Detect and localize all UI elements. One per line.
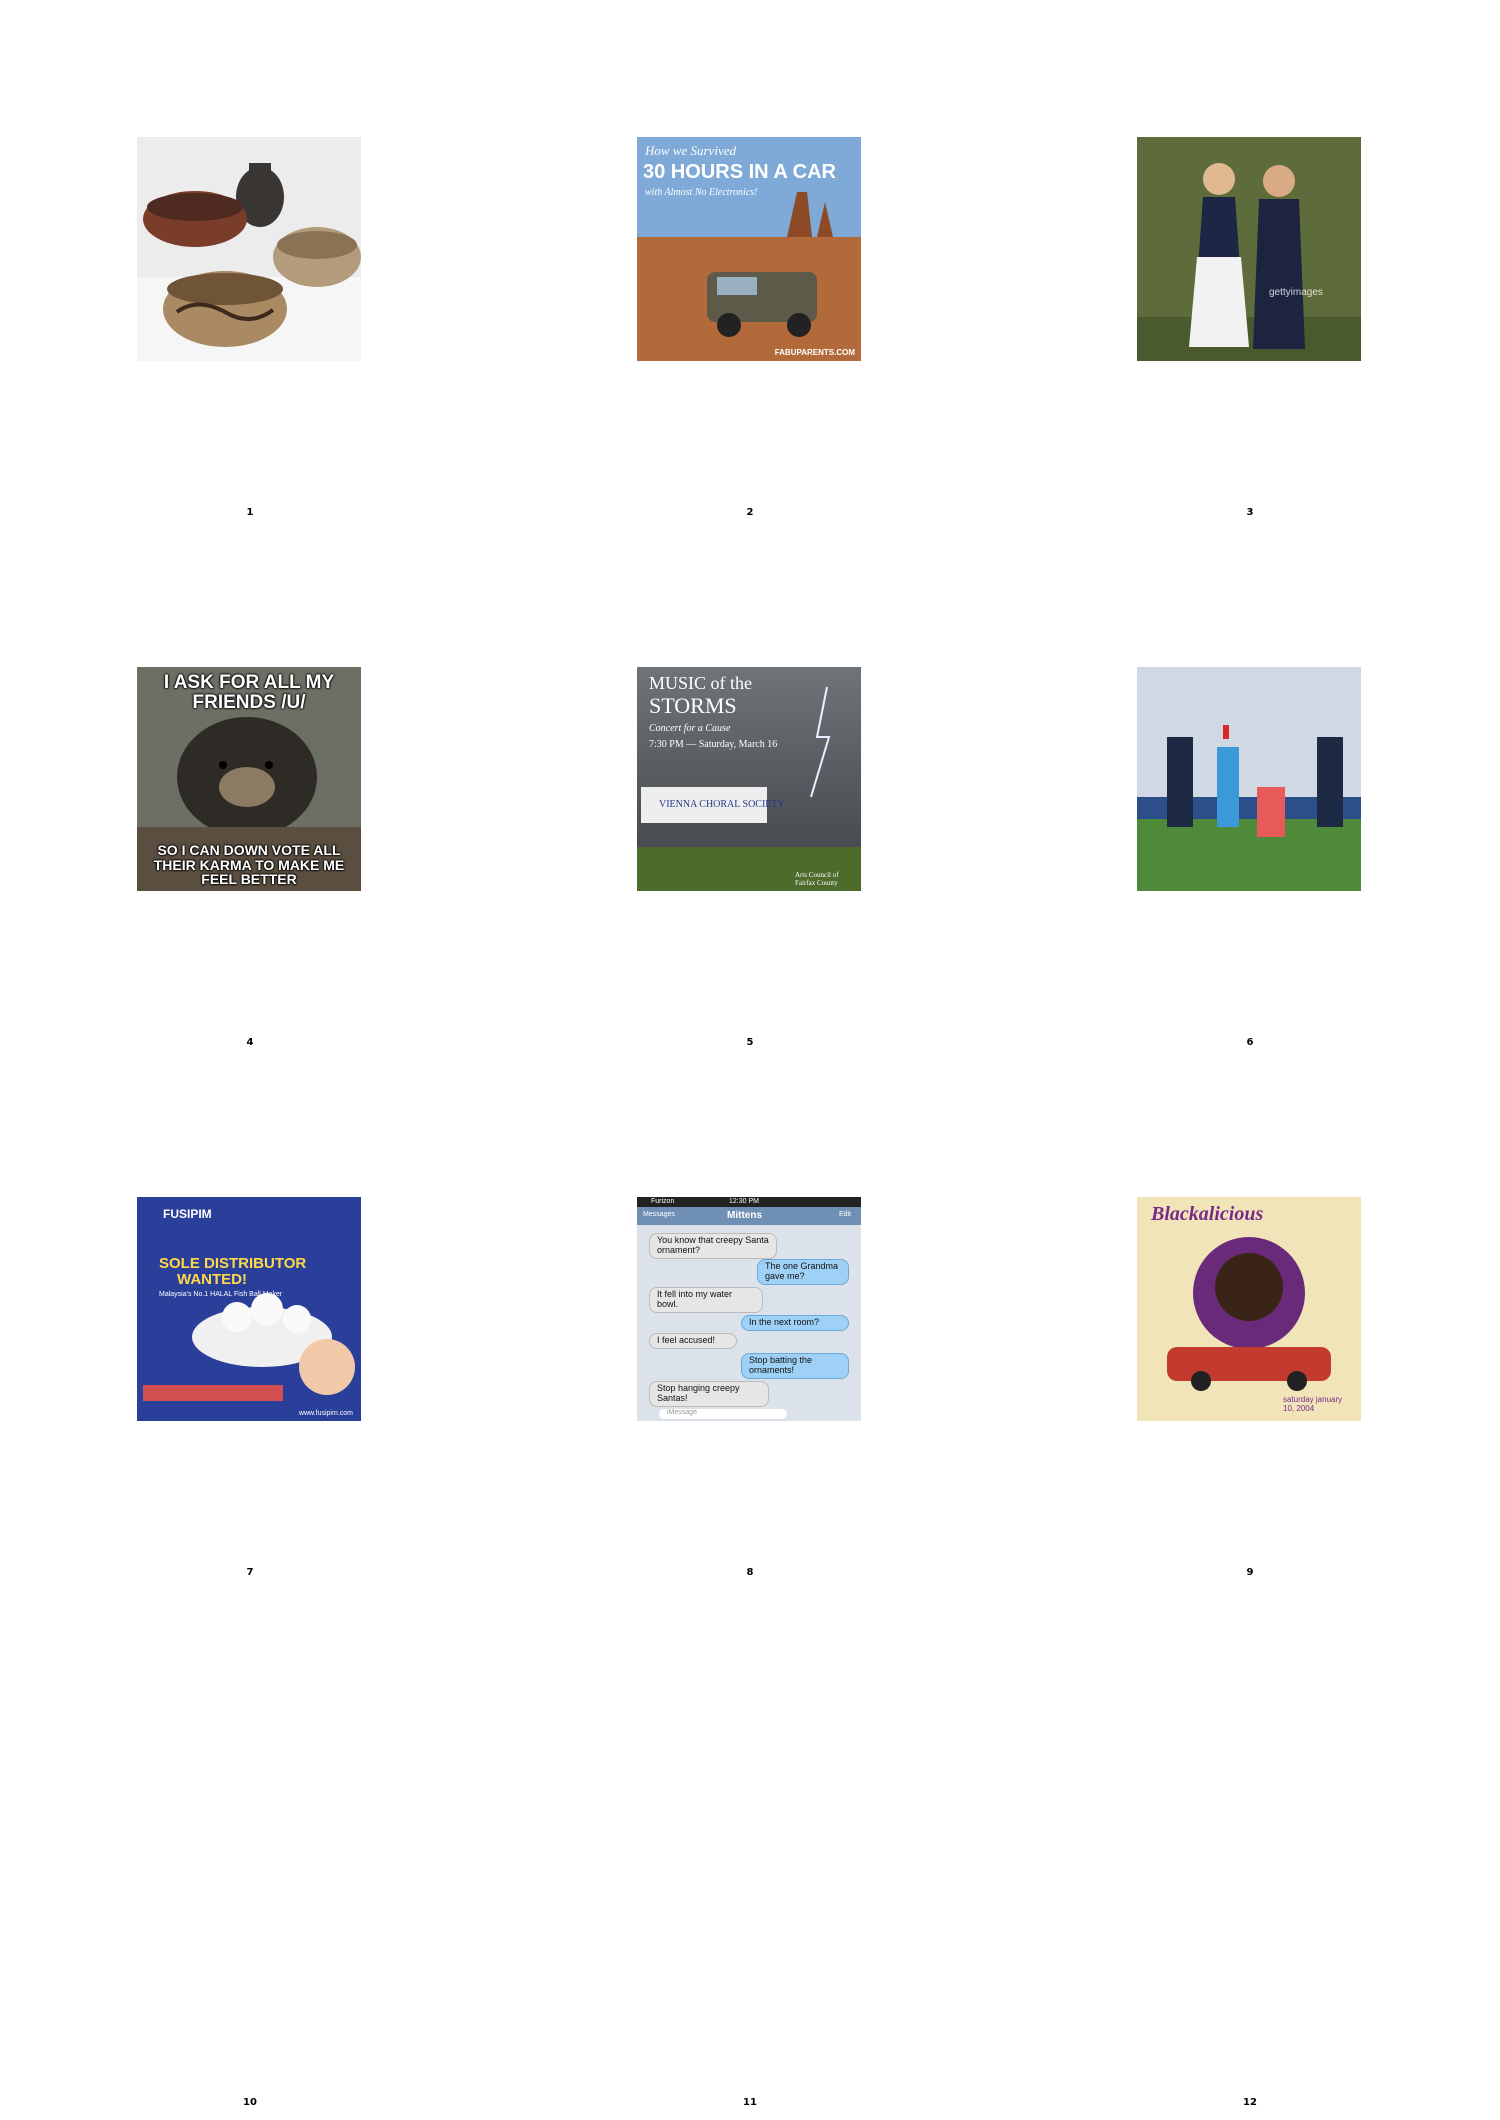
concert-poster: MUSIC of the STORMS Concert for a Cause …: [637, 667, 861, 891]
watermark: gettyimages: [1269, 287, 1323, 298]
edit-button: Edit: [838, 1211, 851, 1218]
back-button: Messages: [643, 1211, 675, 1218]
fusipim-ad: FUSIPIM SOLE DISTRIBUTOR WANTED! Malaysi…: [137, 1197, 361, 1421]
message-bubble: It fell into my water bowl.: [649, 1287, 763, 1313]
pottery-illustration: [137, 137, 361, 361]
grid-cell-9: Blackalicious saturday january 10, 2004 …: [1000, 1060, 1500, 1590]
red-carpet-photo: gettyimages: [1137, 137, 1361, 361]
grid-cell-2: How we Survived 30 HOURS IN A CAR with A…: [500, 0, 1000, 530]
headline-main: 30 HOURS IN A CAR: [643, 161, 836, 183]
status-bar: Furizon 12:30 PM: [637, 1197, 861, 1207]
message-bubble: The one Grandma gave me?: [757, 1259, 849, 1285]
carrier-label: Furizon: [651, 1198, 675, 1205]
bear-meme: I ASK FOR ALL MY FRIENDS /U/ SO I CAN DO…: [137, 667, 361, 891]
message-bubble: Stop hanging creepy Santas!: [649, 1381, 769, 1407]
meme-bottom-text: SO I CAN DOWN VOTE ALL THEIR KARMA TO MA…: [153, 841, 345, 888]
poster-subtitle: Concert for a Cause: [649, 723, 731, 734]
cell-number: 2: [746, 507, 754, 518]
flyer-title: Blackalicious: [1151, 1203, 1264, 1225]
cell-number: 10: [243, 2097, 257, 2108]
football-illustration: [1137, 667, 1361, 891]
message-bubble: In the next room?: [741, 1315, 849, 1331]
grid-cell-8: Furizon 12:30 PM Messages Mittens Edit Y…: [500, 1060, 1000, 1590]
grid-cell-4: I ASK FOR ALL MY FRIENDS /U/ SO I CAN DO…: [0, 530, 500, 1060]
grid-cell-11: 11: [500, 1590, 1000, 2120]
headline-top: How we Survived: [645, 143, 736, 158]
headline-sub: with Almost No Electronics!: [645, 187, 758, 198]
time-label: 12:30 PM: [729, 1198, 759, 1205]
brand-logo: FUSIPIM: [163, 1207, 212, 1221]
flyer-date: saturday january 10, 2004: [1283, 1395, 1343, 1413]
ad-headline-2: WANTED!: [177, 1271, 247, 1288]
red-carpet-illustration: [1137, 137, 1361, 361]
poster-date: 7:30 PM — Saturday, March 16: [649, 739, 778, 750]
cell-number: 7: [246, 1567, 254, 1578]
flyer-illustration: [1137, 1197, 1361, 1421]
ad-headline-1: SOLE DISTRIBUTOR: [159, 1255, 307, 1272]
message-input: iMessage: [659, 1409, 787, 1419]
message-bubble: I feel accused!: [649, 1333, 737, 1349]
poster-title-1: MUSIC of the: [649, 673, 752, 693]
grid-cell-3: gettyimages 3: [1000, 0, 1500, 530]
site-label: FABUPARENTS.COM: [774, 348, 855, 357]
contact-name: Mittens: [727, 1210, 762, 1221]
cell-number: 11: [743, 2097, 757, 2108]
road-trip-poster: How we Survived 30 HOURS IN A CAR with A…: [637, 137, 861, 361]
football-photo: [1137, 667, 1361, 891]
image-grid: 1 How we Survived 30 HOURS IN A CAR with…: [0, 0, 1500, 2120]
cell-number: 8: [746, 1567, 754, 1578]
ad-tagline: Malaysia's No.1 HALAL Fish Ball Maker: [159, 1291, 283, 1298]
message-bubble: You know that creepy Santa ornament?: [649, 1233, 777, 1259]
cell-number: 9: [1246, 1567, 1254, 1578]
cell-number: 6: [1246, 1037, 1254, 1048]
cell-number: 5: [746, 1037, 754, 1048]
grid-cell-5: MUSIC of the STORMS Concert for a Cause …: [500, 530, 1000, 1060]
grid-cell-12: 12: [1000, 1590, 1500, 2120]
concert-flyer: Blackalicious saturday january 10, 2004: [1137, 1197, 1361, 1421]
pottery-image: [137, 137, 361, 361]
message-bubble: Stop batting the ornaments!: [741, 1353, 849, 1379]
grid-cell-1: 1: [0, 0, 500, 530]
cell-number: 4: [246, 1037, 254, 1048]
poster-sponsor: Arts Council of Fairfax County: [795, 871, 839, 887]
poster-title-2: STORMS: [649, 693, 737, 718]
chat-screenshot: Furizon 12:30 PM Messages Mittens Edit Y…: [637, 1197, 861, 1421]
nav-bar: Messages Mittens Edit: [637, 1207, 861, 1225]
grid-cell-6: 6: [1000, 530, 1500, 1060]
cell-number: 1: [246, 507, 254, 518]
grid-cell-10: 10: [0, 1590, 500, 2120]
cell-number: 3: [1246, 507, 1254, 518]
fusipim-illustration: [137, 1197, 361, 1421]
poster-org: VIENNA CHORAL SOCIETY: [659, 799, 785, 810]
meme-top-text: I ASK FOR ALL MY FRIENDS /U/: [163, 672, 335, 713]
grid-cell-7: FUSIPIM SOLE DISTRIBUTOR WANTED! Malaysi…: [0, 1060, 500, 1590]
ad-site: www.fusipim.com: [298, 1410, 353, 1417]
cell-number: 12: [1243, 2097, 1257, 2108]
